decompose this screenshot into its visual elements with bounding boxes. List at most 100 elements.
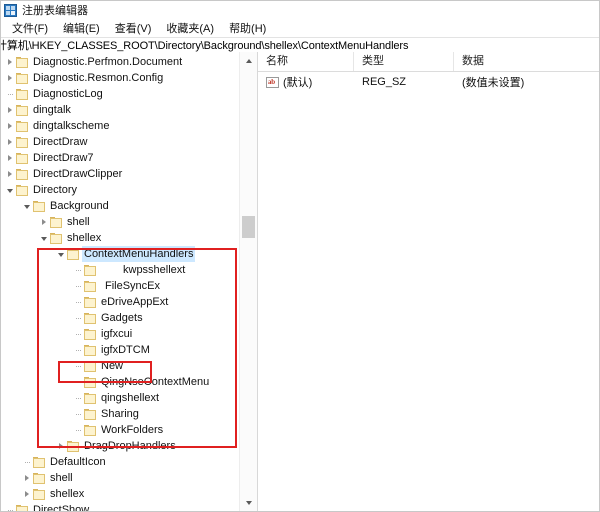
menu-file[interactable]: 文件(F) [5, 19, 56, 37]
chevron-right-icon[interactable] [4, 118, 16, 134]
tree-node-label: igfxcui [101, 328, 133, 340]
tree-line-icon [4, 502, 16, 511]
tree-line-icon [72, 326, 84, 342]
tree-line-icon [72, 374, 84, 390]
tree-node[interactable]: eDriveAppExt [1, 294, 235, 310]
chevron-right-icon[interactable] [4, 134, 16, 150]
tree-pane: Diagnostic.Perfmon.Document Diagnostic.Re… [1, 52, 258, 511]
tree-node[interactable]: New [1, 358, 235, 374]
tree-node[interactable]: DirectDrawClipper [1, 166, 235, 182]
folder-icon [84, 408, 97, 420]
tree-node[interactable]: shell [1, 470, 235, 486]
folder-icon [16, 104, 29, 116]
tree-node[interactable]: DragDropHandlers [1, 438, 235, 454]
address-bar[interactable]: 计算机\HKEY_CLASSES_ROOT\Directory\Backgrou… [1, 38, 599, 53]
column-type[interactable]: 类型 [354, 52, 454, 71]
tree-node[interactable]: DiagnosticLog [1, 86, 235, 102]
tree-node-label: DirectDraw7 [33, 152, 94, 164]
value-type-cell: REG_SZ [362, 76, 407, 88]
chevron-right-icon[interactable] [4, 102, 16, 118]
tree-line-icon [72, 422, 84, 438]
menu-view[interactable]: 查看(V) [108, 19, 160, 37]
tree-node[interactable]: DirectDraw [1, 134, 235, 150]
folder-icon [16, 120, 29, 132]
tree-node[interactable]: shell [1, 214, 235, 230]
chevron-right-icon[interactable] [38, 214, 50, 230]
tree-node[interactable]: WorkFolders [1, 422, 235, 438]
tree-node[interactable]: shellex [1, 230, 235, 246]
tree-node[interactable]: FileSyncEx [1, 278, 235, 294]
folder-icon [50, 216, 63, 228]
tree-node[interactable]: Directory [1, 182, 235, 198]
tree-node-label: Gadgets [101, 312, 143, 324]
tree-node-label: QingNseContextMenu [101, 376, 210, 388]
folder-icon [50, 232, 63, 244]
chevron-right-icon[interactable] [4, 70, 16, 86]
chevron-down-icon[interactable] [21, 198, 33, 214]
main-content: Diagnostic.Perfmon.Document Diagnostic.Re… [1, 52, 599, 511]
registry-editor-window: 注册表编辑器 文件(F) 编辑(E) 查看(V) 收藏夹(A) 帮助(H) 计算… [0, 0, 600, 512]
tree-line-icon [72, 342, 84, 358]
tree-node[interactable]: Gadgets [1, 310, 235, 326]
folder-icon [16, 504, 29, 511]
chevron-right-icon[interactable] [4, 166, 16, 182]
values-row[interactable]: ab (默认) REG_SZ (数值未设置) [258, 72, 599, 92]
tree-node[interactable]: Diagnostic.Perfmon.Document [1, 54, 235, 70]
column-data[interactable]: 数据 [454, 52, 599, 71]
tree-line-icon [72, 358, 84, 374]
tree-node[interactable]: igfxcui [1, 326, 235, 342]
menu-help[interactable]: 帮助(H) [222, 19, 274, 37]
folder-icon [84, 344, 97, 356]
string-value-icon: ab [266, 76, 279, 88]
value-name-cell: ab (默认) [258, 74, 354, 90]
folder-icon [84, 328, 97, 340]
scroll-up-arrow[interactable] [240, 52, 257, 69]
tree-node[interactable]: Sharing [1, 406, 235, 422]
tree-node[interactable]: igfxDTCM [1, 342, 235, 358]
tree-node[interactable]: dingtalk [1, 102, 235, 118]
tree-line-icon [72, 262, 84, 278]
folder-icon [16, 152, 29, 164]
folder-icon [16, 88, 29, 100]
folder-icon [16, 56, 29, 68]
registry-key-tree[interactable]: Diagnostic.Perfmon.Document Diagnostic.Re… [1, 52, 235, 511]
chevron-right-icon[interactable] [4, 54, 16, 70]
scroll-down-arrow[interactable] [240, 494, 257, 511]
tree-node[interactable]: DirectShow [1, 502, 235, 511]
tree-node-label: qingshellext [101, 392, 160, 404]
folder-icon [84, 264, 97, 276]
tree-line-icon [72, 406, 84, 422]
tree-node[interactable]: qingshellext [1, 390, 235, 406]
folder-icon [33, 200, 46, 212]
folder-icon [67, 248, 80, 260]
chevron-down-icon[interactable] [38, 230, 50, 246]
tree-vertical-scrollbar[interactable] [239, 52, 257, 511]
tree-line-icon [72, 294, 84, 310]
tree-node-label: Directory [33, 184, 78, 196]
tree-node[interactable]: kwpsshellext [1, 262, 235, 278]
tree-line-icon [21, 454, 33, 470]
chevron-down-icon[interactable] [4, 182, 16, 198]
chevron-right-icon[interactable] [4, 150, 16, 166]
tree-node[interactable]: shellex [1, 486, 235, 502]
menu-edit[interactable]: 编辑(E) [56, 19, 108, 37]
tree-node[interactable]: ContextMenuHandlers [1, 246, 235, 262]
tree-node[interactable]: dingtalkscheme [1, 118, 235, 134]
chevron-right-icon[interactable] [55, 438, 67, 454]
tree-node[interactable]: QingNseContextMenu [1, 374, 235, 390]
scrollbar-thumb[interactable] [242, 216, 255, 238]
tree-node[interactable]: Diagnostic.Resmon.Config [1, 70, 235, 86]
registry-editor-icon [4, 3, 17, 17]
folder-icon [84, 392, 97, 404]
values-list[interactable]: ab (默认) REG_SZ (数值未设置) [258, 72, 599, 92]
chevron-right-icon[interactable] [21, 470, 33, 486]
tree-node-label: DirectDrawClipper [33, 168, 123, 180]
chevron-right-icon[interactable] [21, 486, 33, 502]
tree-node-label: Sharing [101, 408, 139, 420]
menu-favorites[interactable]: 收藏夹(A) [159, 19, 222, 37]
tree-node[interactable]: DefaultIcon [1, 454, 235, 470]
chevron-down-icon[interactable] [55, 246, 67, 262]
column-name[interactable]: 名称 [258, 52, 354, 71]
tree-node[interactable]: Background [1, 198, 235, 214]
tree-node[interactable]: DirectDraw7 [1, 150, 235, 166]
